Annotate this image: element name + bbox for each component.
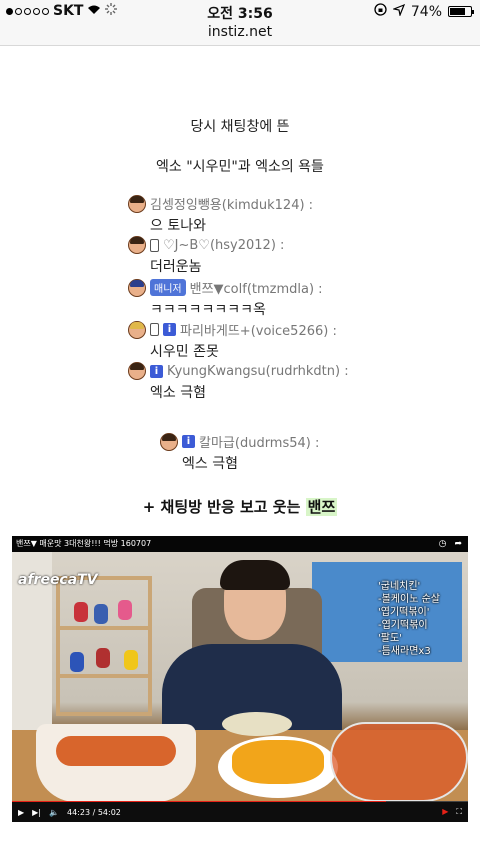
chat-message: 엑소 극혐 [150,385,206,401]
mobile-phone-icon [150,323,159,336]
chat-username: ♡J~B♡(hsy2012) : [163,237,285,253]
battery-icon [448,6,474,17]
fullscreen-icon[interactable]: ⛶ [456,807,462,817]
mobile-phone-icon [150,238,159,252]
chat-entry: 김셍정잉뺑용(kimduk124) : 으 토나와 [128,194,313,235]
location-arrow-icon [391,3,405,20]
tagline-highlight: 밴쯔 [305,498,338,516]
user-avatar-icon [160,432,178,451]
menu-item: -엽기떡볶이 [378,620,428,631]
chat-username: 파리바게뜨+(voice5266) : [180,324,337,339]
chat-entry: 매니저 밴쯔▼colf(tmzmdla) : ㅋㅋㅋㅋㅋㅋㅋㅋ옥 [128,278,323,319]
manager-avatar-icon [128,278,146,297]
rotation-lock-icon [374,3,387,20]
youtube-logo-icon[interactable]: ▶ [442,807,448,817]
chat-message: ㅋㅋㅋㅋㅋㅋㅋㅋ옥 [150,302,266,318]
chat-entry: i KyungKwangsu(rudrhkdtn) : 엑소 극혐 [128,362,349,402]
video-frame[interactable]: afreecaTV '굽네치킨' -볼케이노 순살 '엽기떡볶이' -엽기떡볶이… [12,552,468,802]
chat-username: 밴쯔▼colf(tmzmdla) : [189,282,323,297]
url-domain: instiz.net [207,24,273,40]
video-controls: ▶ ▶| 🔈 44:23 / 54:02 ▶ ⛶ [12,802,468,822]
menu-item: '팔도' [378,633,402,644]
manager-badge: 매니저 [150,279,186,296]
menu-item: '굽네치킨' [378,581,421,592]
video-title-bar: 밴쯔▼ 매운맛 3대천왕!!! 먹방 160707 [12,536,468,552]
video-time: 44:23 / 54:02 [66,807,121,817]
chat-entry: i 칼마급(dudrms54) : 엑스 극혐 [160,432,319,473]
chat-username: 칼마급(dudrms54) : [199,436,320,451]
chat-entry: i 파리바게뜨+(voice5266) : 시우민 존못 [128,320,337,361]
fan-badge-icon: i [182,435,195,448]
battery-percent: 74% [410,3,442,20]
fan-badge-icon: i [163,323,176,336]
fan-badge-icon: i [150,364,163,378]
share-icon[interactable]: ➦ [454,539,462,549]
menu-item: -볼케이노 순살 [378,594,440,605]
tagline-text: + 채팅방 반응 보고 웃는 [142,498,306,516]
video-player[interactable]: afreecaTV '굽네치킨' -볼케이노 순살 '엽기떡볶이' -엽기떡볶이… [12,536,468,822]
user-avatar-icon [128,236,146,254]
toy-shelf [56,576,152,716]
chat-message: 더러운놈 [150,259,202,275]
chat-username: KyungKwangsu(rudrhkdtn) : [167,363,349,379]
user-avatar-icon [128,194,146,213]
caption-tagline: + 채팅방 반응 보고 웃는 밴쯔 [0,496,480,517]
chat-username: 김셍정잉뺑용(kimduk124) : [150,198,314,213]
chat-message: 으 토나와 [150,218,206,234]
article-line-1: 당시 채팅창에 뜬 [190,119,290,135]
url-bar[interactable]: instiz.net [0,24,480,46]
video-title: 밴쯔▼ 매운맛 3대천왕!!! 먹방 160707 [16,539,152,548]
chat-entry: ♡J~B♡(hsy2012) : 더러운놈 [128,236,284,276]
menu-item: '엽기떡볶이' [378,607,430,618]
user-avatar-icon [128,362,146,380]
chat-message: 시우민 존못 [150,344,219,360]
food-menu-overlay: '굽네치킨' -볼케이노 순살 '엽기떡볶이' -엽기떡볶이 '팔도' -틈새라… [378,580,440,658]
menu-item: -틈새라면x3 [378,646,431,657]
play-icon[interactable]: ▶ [18,808,24,817]
article-line-2: 엑소 "시우민"과 엑소의 욕들 [156,159,324,175]
chat-message: 엑스 극혐 [182,456,238,472]
afreecatv-logo: afreecaTV [18,572,98,588]
next-icon[interactable]: ▶| [32,808,41,817]
watch-later-icon[interactable]: ◷ [439,539,447,549]
user-avatar-icon [128,320,146,339]
volume-icon[interactable]: 🔈 [49,808,59,817]
status-bar: SKT 오전 3:56 74% [0,0,480,24]
